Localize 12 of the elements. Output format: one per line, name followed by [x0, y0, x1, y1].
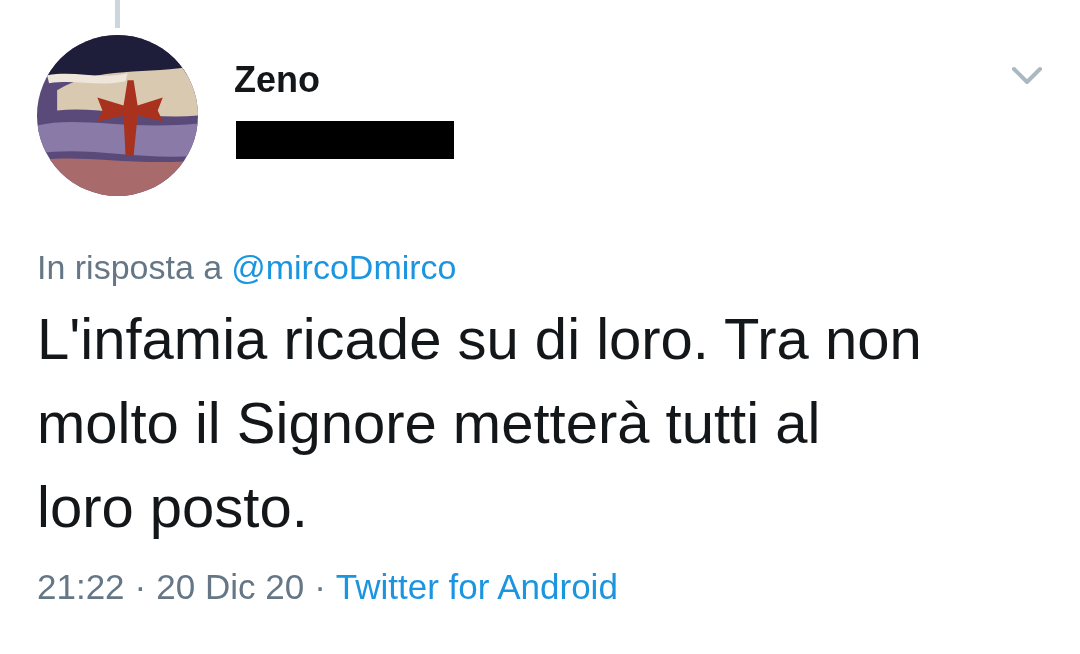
separator-dot: · [134, 567, 147, 607]
source-link[interactable]: Twitter for Android [335, 567, 618, 607]
mention-link[interactable]: @mircoDmirco [231, 248, 457, 287]
tweet-text-line: molto il Signore metterà tutti al [37, 389, 822, 457]
tweet-time: 21:22 [37, 567, 125, 607]
tweet-text-line: L'infamia ricade su di loro. Tra non [37, 305, 923, 373]
tweet-date: 20 Dic 20 [156, 567, 305, 607]
separator-dot: · [314, 567, 326, 607]
reply-label: In risposta a [37, 248, 223, 287]
user-name[interactable]: Zeno [234, 59, 320, 101]
tweet-text-line: loro posto. [37, 473, 309, 541]
chevron-down-icon[interactable] [1010, 65, 1044, 87]
